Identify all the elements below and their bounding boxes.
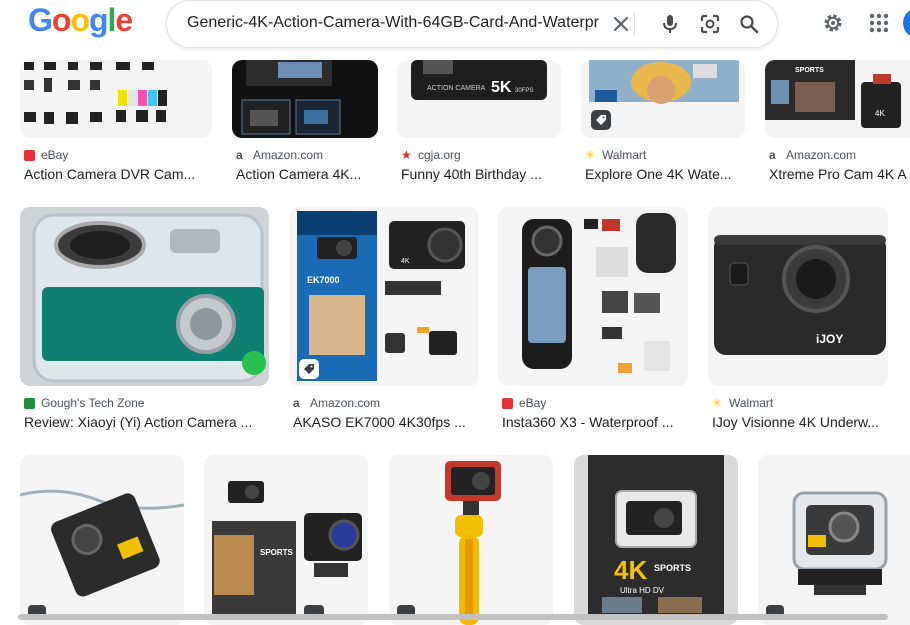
star-favicon: ★ <box>401 147 412 162</box>
image-result-card[interactable]: a Amazon.com Action Camera 4K... <box>232 60 378 190</box>
image-result-card[interactable]: eBay Action Camera DVR Cam... <box>20 60 212 190</box>
result-source[interactable]: ✳ Walmart <box>712 396 773 410</box>
result-thumbnail[interactable] <box>20 455 184 625</box>
result-source[interactable]: eBay <box>502 396 546 410</box>
thumb-text: 5K <box>491 79 512 96</box>
source-label: eBay <box>41 148 69 162</box>
image-result-card[interactable]: SPORTS <box>204 455 368 625</box>
microphone-icon[interactable] <box>657 11 683 37</box>
thumb-text: SPORTS <box>654 563 691 573</box>
image-result-card[interactable] <box>758 455 910 625</box>
product-tag-icon <box>299 359 319 379</box>
result-thumbnail[interactable]: 4K SPORTS Ultra HD DV <box>574 455 738 625</box>
image-result-card[interactable]: eBay Insta360 X3 - Waterproof ... <box>498 207 688 435</box>
logo-letter: G <box>28 2 53 38</box>
image-result-card[interactable] <box>389 455 553 625</box>
result-thumbnail[interactable] <box>20 207 269 386</box>
thumb-text: SPORTS <box>795 67 824 74</box>
search-box[interactable]: Generic-4K-Action-Camera-With-64GB-Card-… <box>166 0 778 48</box>
image-result-card[interactable] <box>20 455 184 625</box>
source-label: Walmart <box>602 148 647 162</box>
ebay-favicon <box>24 149 35 161</box>
source-label: Walmart <box>729 396 774 410</box>
result-title[interactable]: Funny 40th Birthday ... <box>401 166 561 182</box>
result-thumbnail[interactable] <box>20 60 212 138</box>
result-thumbnail[interactable]: EK7000 4K <box>289 207 479 386</box>
amazon-favicon: a <box>293 395 300 410</box>
result-source[interactable]: ✳ Walmart <box>585 148 646 162</box>
account-avatar[interactable] <box>903 8 910 38</box>
source-label: Amazon.com <box>310 396 381 410</box>
source-label: Gough's Tech Zone <box>41 396 145 410</box>
result-title[interactable]: Action Camera DVR Cam... <box>24 166 210 182</box>
apps-grid-icon[interactable] <box>866 10 892 36</box>
walmart-favicon: ✳ <box>585 147 596 162</box>
image-result-card[interactable]: EK7000 4K a Amazon.com AKASO EK7000 4K30f… <box>289 207 479 435</box>
result-source[interactable]: Gough's Tech Zone <box>24 396 144 410</box>
amazon-favicon: a <box>769 147 776 162</box>
logo-letter: o <box>70 2 90 38</box>
result-source[interactable]: a Amazon.com <box>769 148 856 162</box>
close-icon[interactable] <box>608 11 634 37</box>
result-thumbnail[interactable]: SPORTS 4K <box>765 60 910 138</box>
horizontal-scrollbar[interactable] <box>18 614 888 620</box>
source-label: Amazon.com <box>786 148 857 162</box>
result-title[interactable]: Review: Xiaoyi (Yi) Action Camera ... <box>24 414 268 430</box>
result-source[interactable]: a Amazon.com <box>236 148 323 162</box>
result-thumbnail[interactable]: ACTION CAMERA 5K 30FPS <box>397 60 561 138</box>
search-icon[interactable] <box>736 11 762 37</box>
logo-letter: l <box>107 2 117 38</box>
image-result-card[interactable]: 4K SPORTS Ultra HD DV <box>574 455 738 625</box>
source-label: cgja.org <box>418 148 461 162</box>
product-tag-icon <box>591 110 611 130</box>
image-result-card[interactable]: ✳ Walmart Explore One 4K Wate... <box>581 60 745 190</box>
logo-letter: g <box>88 2 109 38</box>
search-divider <box>634 13 635 35</box>
result-title[interactable]: Explore One 4K Wate... <box>585 166 745 182</box>
walmart-favicon: ✳ <box>712 395 723 410</box>
result-thumbnail[interactable]: SPORTS <box>204 455 368 625</box>
thumb-text: iJOY <box>816 332 843 346</box>
thumb-text: 30FPS <box>515 88 533 94</box>
thumb-text: 4K <box>875 109 885 118</box>
source-label: eBay <box>519 396 547 410</box>
result-source[interactable]: ★ cgja.org <box>401 148 461 162</box>
search-header: Google Generic-4K-Action-Camera-With-64G… <box>0 0 910 60</box>
goughs-favicon <box>24 397 35 409</box>
ebay-favicon <box>502 397 513 409</box>
result-title[interactable]: Insta360 X3 - Waterproof ... <box>502 414 688 430</box>
result-thumbnail[interactable] <box>232 60 378 138</box>
result-thumbnail[interactable] <box>498 207 688 386</box>
result-source[interactable]: eBay <box>24 148 68 162</box>
logo-letter: e <box>115 2 133 38</box>
amazon-favicon: a <box>236 147 243 162</box>
image-result-card[interactable]: Gough's Tech Zone Review: Xiaoyi (Yi) Ac… <box>20 207 269 435</box>
lens-camera-icon[interactable] <box>697 11 723 37</box>
settings-gear-icon[interactable] <box>820 10 846 36</box>
source-label: Amazon.com <box>253 148 324 162</box>
image-result-card[interactable]: iJOY ✳ Walmart IJoy Visionne 4K Underw... <box>708 207 888 435</box>
image-result-card[interactable]: ACTION CAMERA 5K 30FPS ★ cgja.org Funny 4… <box>397 60 561 190</box>
result-thumbnail[interactable] <box>389 455 553 625</box>
result-thumbnail[interactable]: iJOY <box>708 207 888 386</box>
result-title[interactable]: AKASO EK7000 4K30fps ... <box>293 414 479 430</box>
search-input[interactable]: Generic-4K-Action-Camera-With-64GB-Card-… <box>187 14 602 34</box>
result-title[interactable]: IJoy Visionne 4K Underw... <box>712 414 890 430</box>
thumb-text: 4K <box>401 258 410 265</box>
result-source[interactable]: a Amazon.com <box>293 396 380 410</box>
result-title[interactable]: Action Camera 4K... <box>236 166 378 182</box>
image-result-card[interactable]: SPORTS 4K a Amazon.com Xtreme Pro Cam 4K … <box>765 60 910 190</box>
result-title[interactable]: Xtreme Pro Cam 4K A <box>769 166 910 182</box>
result-thumbnail[interactable] <box>758 455 910 625</box>
thumb-text: 4K <box>614 555 647 585</box>
thumb-text: ACTION CAMERA <box>427 85 486 92</box>
google-logo[interactable]: Google <box>28 2 133 39</box>
logo-letter: o <box>51 2 72 38</box>
thumb-text: EK7000 <box>307 275 340 285</box>
thumb-text: SPORTS <box>260 548 294 557</box>
thumb-text: Ultra HD DV <box>620 586 665 595</box>
